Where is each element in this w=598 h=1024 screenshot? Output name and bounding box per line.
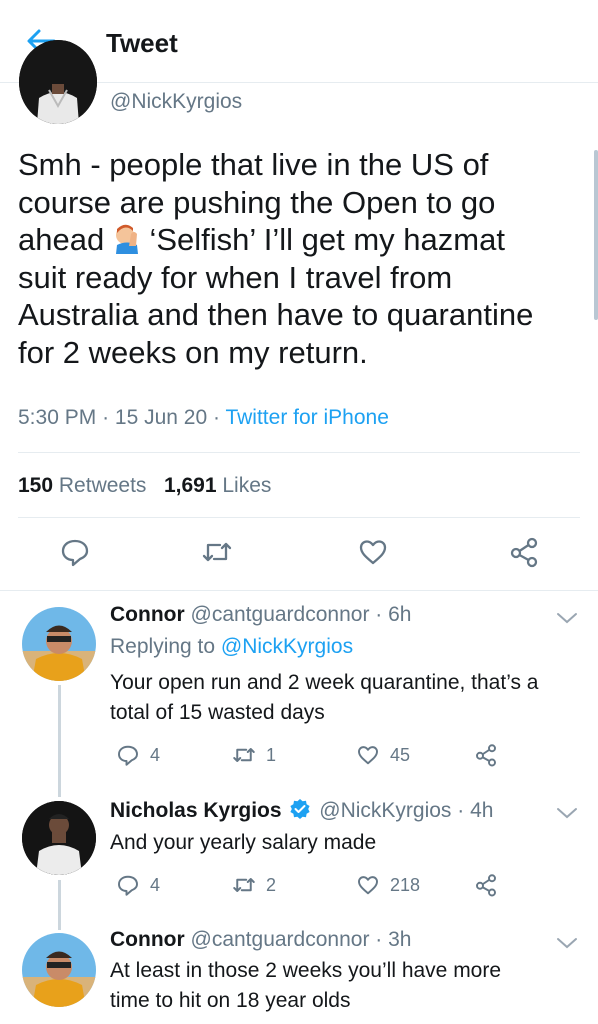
separator: · xyxy=(457,799,465,822)
tweet-date: 15 Jun 20 xyxy=(114,406,208,429)
separator: · xyxy=(375,928,383,951)
retweet-action[interactable]: 1 xyxy=(232,743,276,767)
likes-label: Likes xyxy=(222,474,272,497)
reply-text-line: And your yearly salary made xyxy=(110,831,377,854)
scrollbar[interactable] xyxy=(594,150,598,320)
share-icon[interactable] xyxy=(508,536,540,568)
tweet-actions xyxy=(0,536,598,570)
separator: · xyxy=(213,406,220,429)
tweet-stats: 150 Retweets 1,691 Likes xyxy=(18,474,271,498)
likes-count: 1,691 xyxy=(163,474,217,497)
tweet-text-line: Australia and then have to quarantine xyxy=(18,297,534,332)
connor-photo xyxy=(22,933,96,1007)
reply-icon[interactable] xyxy=(59,536,91,568)
likes-link[interactable]: 1,691 Likes xyxy=(164,474,271,497)
tweet-text-segment: ahead xyxy=(18,222,105,257)
reply-handle[interactable]: @cantguardconnor xyxy=(191,928,370,951)
separator: · xyxy=(102,406,110,429)
reply-time: 4h xyxy=(470,799,494,822)
share-action[interactable] xyxy=(474,743,498,767)
avatar[interactable] xyxy=(22,933,96,1007)
heart-icon[interactable] xyxy=(357,536,389,568)
share-icon xyxy=(476,874,496,897)
share-action[interactable] xyxy=(474,873,498,897)
reply-text-line: Your open run and 2 week quarantine, tha… xyxy=(110,671,539,694)
retweet-icon xyxy=(233,748,255,762)
verified-badge-icon xyxy=(290,799,311,819)
reply-icon xyxy=(118,745,138,766)
retweet-action[interactable]: 2 xyxy=(232,873,276,897)
share-icon xyxy=(476,744,496,767)
like-count: 45 xyxy=(390,744,411,765)
like-action[interactable]: 218 xyxy=(356,873,420,897)
avatar[interactable] xyxy=(22,607,96,681)
retweets-count: 150 xyxy=(18,474,54,497)
retweets-link[interactable]: 150 Retweets xyxy=(18,474,146,497)
chevron-down-icon[interactable] xyxy=(556,936,578,950)
reply-actions: 4 2 218 xyxy=(110,873,590,899)
reply-text-line: time to hit on 18 year olds xyxy=(110,989,351,1012)
reply-action[interactable]: 4 xyxy=(116,873,160,897)
reply-count: 4 xyxy=(150,874,161,895)
chevron-down-icon[interactable] xyxy=(556,806,578,820)
author-photo xyxy=(22,801,96,875)
tweet-text-line: for 2 weeks on my return. xyxy=(18,334,368,370)
retweet-count: 1 xyxy=(266,744,277,765)
divider xyxy=(18,452,580,453)
replying-to: Replying to @NickKyrgios xyxy=(110,635,353,659)
reply-handle[interactable]: @cantguardconnor xyxy=(191,603,370,626)
display-name[interactable]: Connor xyxy=(110,928,185,951)
avatar[interactable] xyxy=(22,801,96,875)
reply-handle[interactable]: @NickKyrgios xyxy=(319,799,451,822)
reply-text: At least in those 2 weeks you’ll have mo… xyxy=(110,956,588,1016)
like-action[interactable]: 45 xyxy=(356,743,410,767)
author-photo xyxy=(19,40,97,124)
retweet-count: 2 xyxy=(266,874,277,895)
heart-icon xyxy=(358,876,378,895)
reply-count: 4 xyxy=(150,744,161,765)
reply-text-line: total of 15 wasted days xyxy=(110,701,325,724)
tweet-text-line: ahead ‘Selfish’ I’ll get my hazmat xyxy=(18,221,588,259)
tweet-time: 5:30 PM xyxy=(18,406,97,429)
reply-tweet[interactable]: Connor @cantguardconnor · 3h At least in… xyxy=(0,925,598,1024)
display-name[interactable]: Connor xyxy=(110,603,185,626)
reply-text: Your open run and 2 week quarantine, tha… xyxy=(110,668,588,728)
chevron-down-icon[interactable] xyxy=(556,611,578,625)
heart-icon xyxy=(358,746,378,765)
reply-text-line: At least in those 2 weeks you’ll have mo… xyxy=(110,959,502,982)
reply-tweet[interactable]: Nicholas Kyrgios @NickKyrgios · 4h And y… xyxy=(0,795,598,920)
tweet-text-line: course are pushing the Open to go xyxy=(18,184,496,220)
reply-text: And your yearly salary made xyxy=(110,828,588,858)
reply-actions: 4 1 45 xyxy=(110,743,590,769)
tweet-text: Smh - people that live in the US of cour… xyxy=(18,146,588,371)
reply-time: 6h xyxy=(388,603,412,626)
reply-time: 3h xyxy=(388,928,412,951)
like-count: 218 xyxy=(390,874,421,895)
reply-header: Connor @cantguardconnor · 6h xyxy=(110,603,411,627)
retweet-icon[interactable] xyxy=(201,536,233,568)
divider xyxy=(0,590,598,591)
avatar[interactable] xyxy=(19,40,97,124)
replying-mention[interactable]: @NickKyrgios xyxy=(221,635,353,658)
replying-prefix: Replying to xyxy=(110,635,216,658)
author-handle[interactable]: @NickKyrgios xyxy=(110,90,242,114)
page-title: Tweet xyxy=(106,28,178,58)
separator: · xyxy=(375,603,383,626)
tweet-text-segment: ‘Selfish’ I’ll get my hazmat xyxy=(149,222,505,257)
divider xyxy=(18,517,580,518)
reply-tweet[interactable]: Connor @cantguardconnor · 6h Replying to… xyxy=(0,600,598,790)
reply-header: Connor @cantguardconnor · 3h xyxy=(110,928,411,952)
retweets-label: Retweets xyxy=(58,474,147,497)
connor-photo xyxy=(22,607,96,681)
reply-icon xyxy=(118,875,138,896)
tweet-source-link[interactable]: Twitter for iPhone xyxy=(225,406,388,429)
reply-header: Nicholas Kyrgios @NickKyrgios · 4h xyxy=(110,798,493,823)
tweet-text-line: suit ready for when I travel from xyxy=(18,259,453,295)
facepalm-emoji-icon xyxy=(115,224,138,254)
display-name[interactable]: Nicholas Kyrgios xyxy=(110,799,282,822)
tweet-text-line: Smh - people that live in the US of xyxy=(18,147,489,182)
reply-action[interactable]: 4 xyxy=(116,743,160,767)
retweet-icon xyxy=(233,878,255,892)
tweet-meta: 5:30 PM · 15 Jun 20 · Twitter for iPhone xyxy=(18,406,389,430)
